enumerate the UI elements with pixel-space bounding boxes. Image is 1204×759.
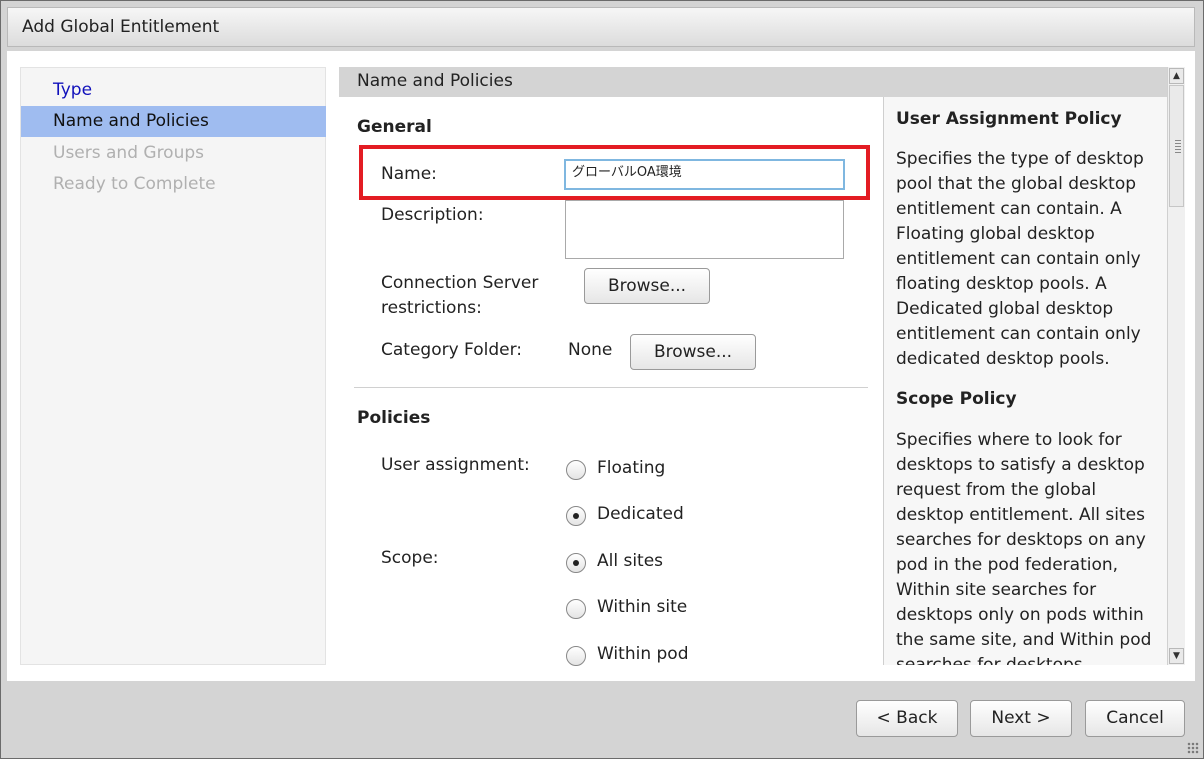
scroll-up-arrow-icon[interactable]: ▲ (1169, 68, 1184, 84)
next-button[interactable]: Next > (970, 700, 1072, 737)
category-folder-value: None (568, 340, 613, 360)
floating-radio-label[interactable]: Floating (597, 458, 665, 478)
connection-server-label-line2: restrictions: (381, 298, 482, 318)
within-site-radio-label[interactable]: Within site (597, 597, 687, 617)
name-label: Name: (381, 164, 437, 184)
within-site-radio[interactable] (566, 599, 586, 619)
description-label: Description: (381, 205, 484, 225)
nav-item-name-and-policies[interactable]: Name and Policies (21, 106, 326, 137)
all-sites-radio[interactable] (566, 553, 586, 573)
connection-server-label-line1: Connection Server (381, 273, 539, 293)
nav-item-users-and-groups: Users and Groups (53, 143, 205, 163)
add-global-entitlement-dialog: Add Global Entitlement Type Name and Pol… (0, 0, 1204, 759)
help-scrollbar[interactable]: ▲ ▼ (1167, 67, 1185, 665)
general-heading: General (357, 117, 432, 137)
category-folder-label: Category Folder: (381, 340, 523, 360)
dedicated-radio-label[interactable]: Dedicated (597, 504, 684, 524)
category-folder-browse-button[interactable]: Browse... (630, 334, 756, 370)
floating-radio[interactable] (566, 460, 586, 480)
form-section-title: Name and Policies (357, 71, 513, 91)
radio-selected-dot (573, 560, 579, 566)
all-sites-radio-label[interactable]: All sites (597, 551, 663, 571)
nav-item-type[interactable]: Type (21, 75, 326, 106)
description-input[interactable] (565, 200, 844, 259)
scope-label: Scope: (381, 548, 439, 568)
within-pod-radio[interactable] (566, 646, 586, 666)
within-pod-radio-label[interactable]: Within pod (597, 644, 688, 664)
dialog-titlebar[interactable]: Add Global Entitlement (7, 7, 1195, 47)
nav-item-ready-to-complete: Ready to Complete (53, 174, 216, 194)
dialog-footer: < Back Next > Cancel (7, 683, 1195, 753)
back-button[interactable]: < Back (856, 700, 958, 737)
radio-selected-dot (573, 513, 579, 519)
help-user-assignment-title: User Assignment Policy (896, 109, 1122, 129)
dialog-title: Add Global Entitlement (22, 17, 220, 37)
form-section-header: Name and Policies (339, 67, 1173, 97)
help-scope-text: Specifies where to look for desktops to … (896, 430, 1152, 665)
help-scope-title: Scope Policy (896, 389, 1017, 409)
section-divider (354, 387, 868, 388)
help-panel: User Assignment Policy Specifies the typ… (883, 97, 1167, 665)
scrollbar-thumb[interactable] (1169, 85, 1184, 207)
cancel-button[interactable]: Cancel (1085, 700, 1185, 737)
scrollbar-grip-icon (1175, 140, 1181, 154)
resize-grip-icon[interactable] (1187, 742, 1199, 754)
connection-server-browse-button[interactable]: Browse... (584, 268, 710, 304)
dialog-content: Type Name and Policies Users and Groups … (7, 51, 1195, 681)
policies-heading: Policies (357, 408, 431, 428)
dedicated-radio[interactable] (566, 506, 586, 526)
scroll-down-arrow-icon[interactable]: ▼ (1169, 648, 1184, 664)
help-user-assignment-text: Specifies the type of desktop pool that … (896, 149, 1144, 369)
name-input[interactable]: グローバルOA環境 (564, 159, 845, 190)
wizard-nav: Type Name and Policies Users and Groups … (20, 67, 326, 665)
user-assignment-label: User assignment: (381, 455, 530, 475)
